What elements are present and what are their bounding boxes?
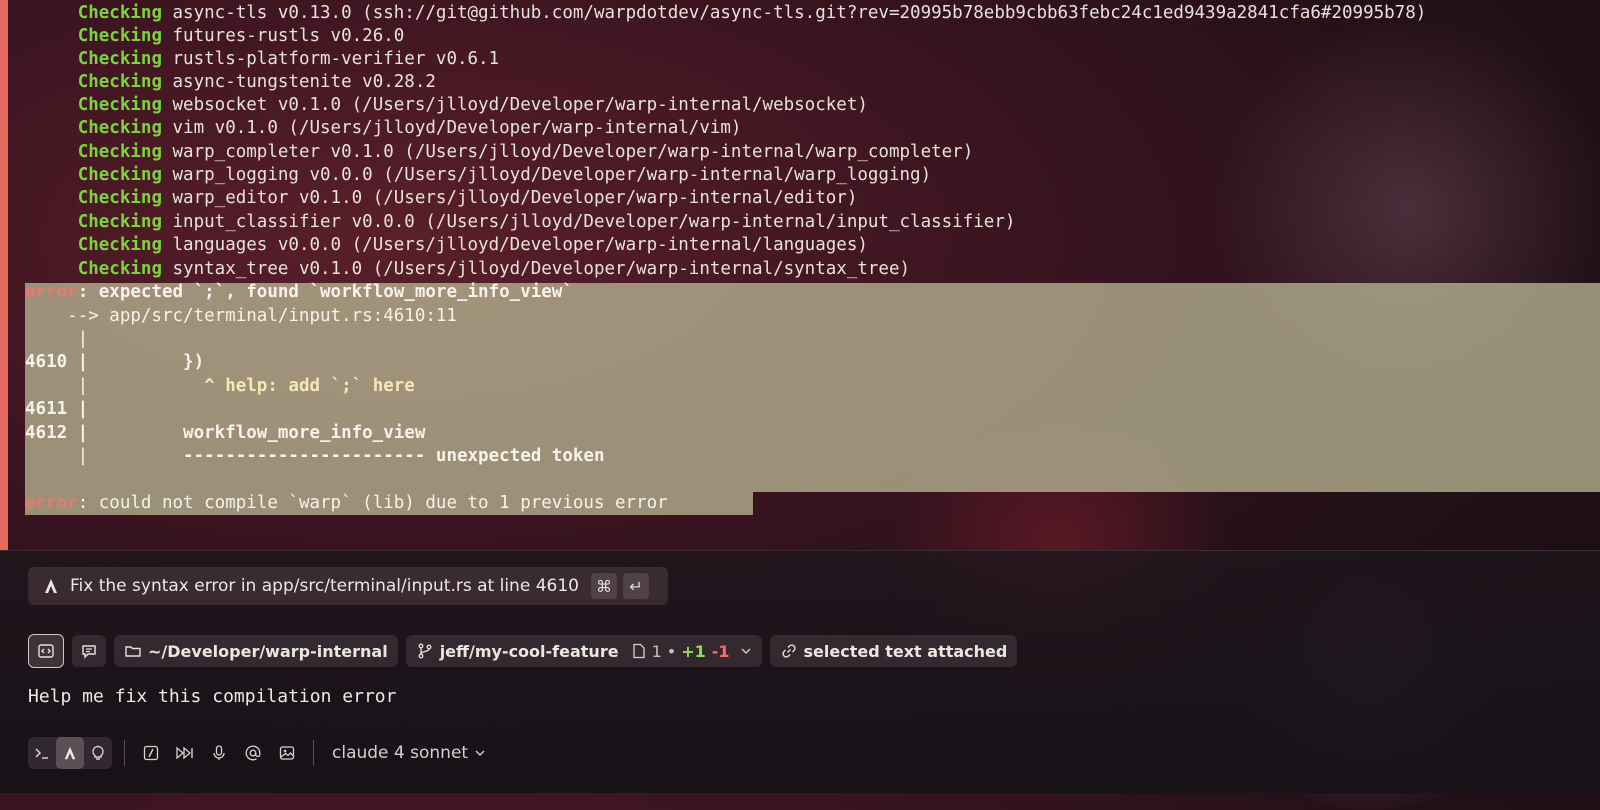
code-line-4611: 4611 |: [25, 399, 89, 419]
directory-chip[interactable]: ~/Developer/warp-internal: [114, 635, 398, 667]
folder-icon: [125, 646, 141, 657]
at-icon: [245, 745, 261, 761]
output-line: Checking warp_editor v0.1.0 (/Users/jllo…: [77, 188, 858, 208]
output-line: Checking async-tls v0.13.0 (ssh://git@gi…: [77, 3, 1427, 23]
mention-button[interactable]: [239, 737, 267, 769]
chat-icon: [82, 645, 96, 659]
lightbulb-icon: [92, 745, 104, 760]
output-line: Checking async-tungstenite v0.28.2: [77, 72, 436, 92]
terminal-output[interactable]: Checking async-tls v0.13.0 (ssh://git@gi…: [25, 0, 1600, 550]
output-line: Checking vim v0.1.0 (/Users/jlloyd/Devel…: [77, 118, 742, 138]
fast-forward-icon: [176, 746, 193, 760]
slash-icon: [143, 745, 159, 761]
code-icon: [38, 644, 54, 658]
image-icon: [279, 746, 295, 760]
suggestion-text: Fix the syntax error in app/src/terminal…: [70, 576, 579, 596]
output-line: Checking websocket v0.1.0 (/Users/jlloyd…: [77, 95, 868, 115]
agent-mode-button[interactable]: [56, 737, 84, 769]
separator: [124, 740, 125, 766]
prompt-input[interactable]: Help me fix this compilation error: [28, 686, 396, 707]
agent-icon: [64, 746, 76, 760]
output-line: Checking languages v0.0.0 (/Users/jlloyd…: [77, 235, 868, 255]
attachment-chip[interactable]: selected text attached: [769, 635, 1018, 667]
context-chips: ~/Developer/warp-internal jeff/my-cool-f…: [28, 634, 1018, 668]
final-error-line: error: could not compile `warp` (lib) du…: [25, 493, 668, 513]
separator: [313, 740, 314, 766]
slash-command-button[interactable]: [137, 737, 165, 769]
link-icon: [781, 644, 796, 658]
branch-icon: [418, 643, 432, 659]
voice-input-button[interactable]: [205, 737, 233, 769]
chevron-down-icon: [740, 648, 751, 655]
block-error-indicator: [0, 0, 8, 550]
model-selector[interactable]: claude 4 sonnet: [332, 743, 486, 763]
output-line: Checking warp_completer v0.1.0 (/Users/j…: [77, 142, 974, 162]
output-line: Checking warp_logging v0.0.0 (/Users/jll…: [77, 165, 932, 185]
help-hint: | ^ help: add `;` here: [25, 376, 415, 396]
input-toolbar: claude 4 sonnet: [28, 737, 486, 769]
output-line: Checking rustls-platform-verifier v0.6.1: [77, 49, 500, 69]
file-icon: [632, 643, 645, 659]
enter-key-icon: ↵: [622, 573, 649, 599]
terminal-icon: [35, 748, 48, 759]
mode-switcher: [28, 737, 112, 769]
code-gutter: |: [25, 329, 89, 349]
attach-image-button[interactable]: [273, 737, 301, 769]
git-branch-chip[interactable]: jeff/my-cool-feature 1 • +1 -1: [405, 635, 762, 667]
chevron-down-icon: [475, 750, 485, 757]
error-location: --> app/src/terminal/input.rs:4610:11: [25, 306, 457, 326]
fast-forward-button[interactable]: [171, 737, 199, 769]
output-line: Checking syntax_tree v0.1.0 (/Users/jllo…: [77, 259, 911, 279]
agent-icon: [42, 577, 60, 595]
error-line: error: expected `;`, found `workflow_mor…: [25, 282, 573, 302]
code-line-4610: 4610 | }): [25, 352, 205, 372]
output-line: Checking futures-rustls v0.26.0: [77, 26, 405, 46]
cmd-key-icon: ⌘: [590, 573, 617, 599]
output-line: Checking input_classifier v0.0.0 (/Users…: [77, 212, 1016, 232]
agent-suggestion[interactable]: Fix the syntax error in app/src/terminal…: [28, 567, 668, 605]
code-line-4612: 4612 | workflow_more_info_view: [25, 423, 426, 443]
code-mode-button[interactable]: [28, 634, 64, 668]
terminal-mode-button[interactable]: [28, 737, 56, 769]
auto-mode-button[interactable]: [84, 737, 112, 769]
microphone-icon: [213, 745, 225, 760]
unexpected-token-marker: | ----------------------- unexpected tok…: [25, 446, 605, 466]
chat-mode-button[interactable]: [72, 635, 106, 667]
